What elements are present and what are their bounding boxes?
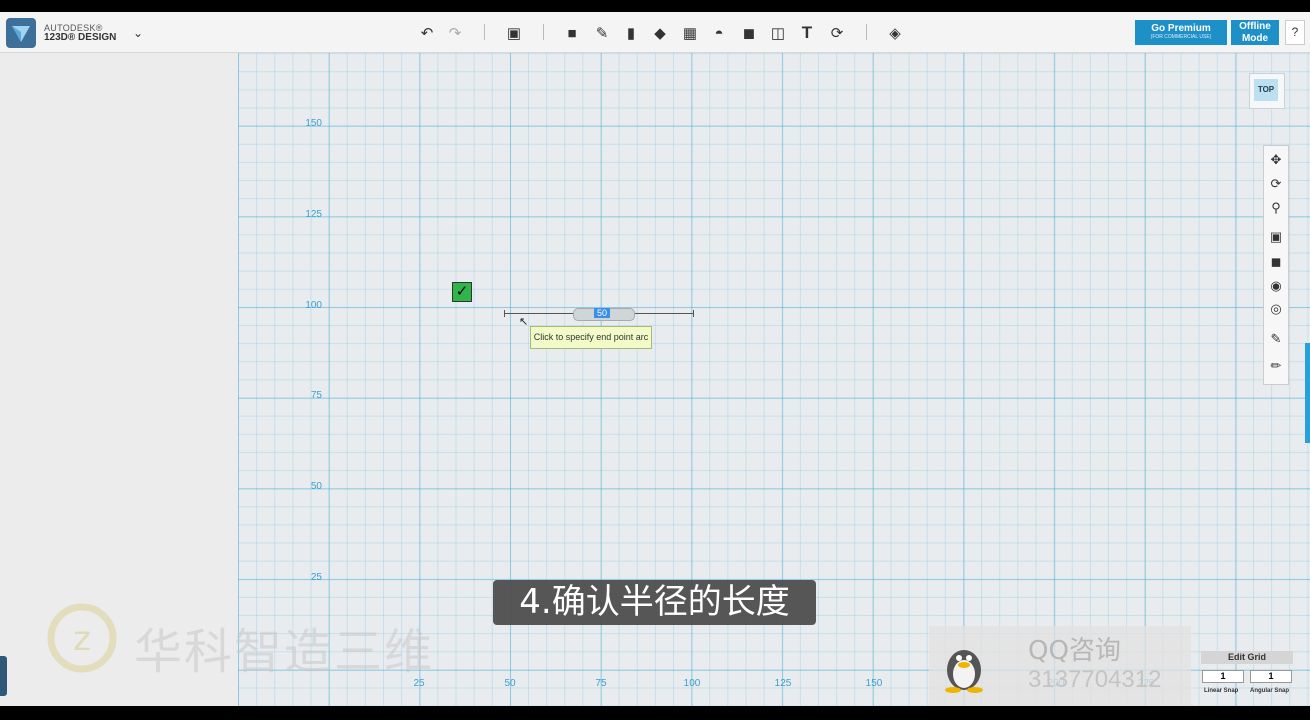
toolbar-separator <box>866 24 867 40</box>
pan-icon[interactable]: ✥ <box>1264 149 1288 171</box>
primitives-icon[interactable]: ■ <box>561 22 583 44</box>
undo-icon[interactable]: ↶ <box>416 22 438 44</box>
y-axis-label: 75 <box>310 390 322 401</box>
side-panel-handle[interactable] <box>0 656 7 696</box>
x-axis-label: 150 <box>865 678 883 689</box>
x-axis-label: 100 <box>683 678 701 689</box>
go-premium-label: Go Premium <box>1151 23 1211 34</box>
go-premium-button[interactable]: Go Premium (FOR COMMERCIAL USE) <box>1135 20 1227 45</box>
app-menu-chevron-icon[interactable]: ⌄ <box>133 26 143 40</box>
angular-snap-label: Angular Snap <box>1250 688 1290 694</box>
viewcube-top-face[interactable]: TOP <box>1254 79 1278 101</box>
pattern-icon[interactable]: ▦ <box>679 22 701 44</box>
perspective-icon[interactable]: ◼ <box>1264 251 1288 273</box>
brand-product: 123D® DESIGN <box>44 32 117 43</box>
transform-icon[interactable]: ▣ <box>503 22 525 44</box>
go-premium-sublabel: (FOR COMMERCIAL USE) <box>1150 34 1212 40</box>
sketch-icon[interactable]: ✎ <box>591 22 613 44</box>
redo-icon[interactable]: ↷ <box>444 22 466 44</box>
x-axis-label: 50 <box>504 678 516 689</box>
offline-mode-button[interactable]: Offline Mode <box>1231 20 1279 45</box>
radius-dimension-input[interactable]: 50 <box>594 308 610 318</box>
viewcube[interactable]: TOP <box>1249 73 1285 109</box>
video-subtitle: 4.确认半径的长度 <box>493 580 816 625</box>
material-mode-icon[interactable]: ✎ <box>1264 328 1288 350</box>
outline-mode-icon[interactable]: ✏ <box>1264 355 1288 377</box>
zoom-icon[interactable]: ⚲ <box>1264 197 1288 219</box>
y-axis-label: 100 <box>305 300 322 311</box>
panel-collapse-tab[interactable] <box>1305 343 1310 443</box>
left-panel <box>0 53 238 706</box>
qq-number: 3137704312 <box>1028 666 1162 693</box>
edit-grid-button[interactable]: Edit Grid <box>1201 651 1293 664</box>
offline-mode-line1: Offline <box>1239 21 1271 32</box>
grouping-icon[interactable]: ◓ <box>708 22 730 44</box>
y-axis-label: 50 <box>310 481 322 492</box>
navigation-bar: ✥ ⟳ ⚲ ▣ ◼ ◉ ◎ ✎ ✏ <box>1263 145 1289 385</box>
text-icon[interactable]: T <box>796 22 818 44</box>
confirm-checkmark-button[interactable]: ✓ <box>452 282 472 302</box>
fit-icon[interactable]: ▣ <box>1264 226 1288 248</box>
toolbar-separator <box>543 24 544 40</box>
main-toolbar: AUTODESK® 123D® DESIGN ⌄ ↶ ↷ ▣ ■ ✎ ▮ ◆ ▦… <box>0 12 1310 53</box>
x-axis-label: 75 <box>595 678 607 689</box>
modify-icon[interactable]: ◆ <box>649 22 671 44</box>
y-axis-label: 150 <box>305 118 322 129</box>
app-window: AUTODESK® 123D® DESIGN ⌄ ↶ ↷ ▣ ■ ✎ ▮ ◆ ▦… <box>0 12 1310 706</box>
construct-icon[interactable]: ▮ <box>620 22 642 44</box>
toolbar-separator <box>484 24 485 40</box>
watermark-logo-icon: z <box>47 603 117 673</box>
angular-snap-input[interactable]: 1 <box>1250 670 1292 683</box>
linear-snap-label: Linear Snap <box>1204 688 1239 694</box>
combine-icon[interactable]: ◼ <box>738 22 760 44</box>
measure-icon[interactable]: ◫ <box>767 22 789 44</box>
qq-penguin-icon <box>945 650 983 693</box>
logo-icon <box>12 26 30 42</box>
snap-icon[interactable]: ⟳ <box>826 22 848 44</box>
sketch-end-tick <box>693 310 694 317</box>
visibility-eye-icon[interactable]: ◉ <box>1264 275 1288 297</box>
y-axis-label: 25 <box>310 572 322 583</box>
view-options-icon[interactable]: ◎ <box>1264 298 1288 320</box>
linear-snap-input[interactable]: 1 <box>1202 670 1244 683</box>
x-axis-label: 125 <box>774 678 792 689</box>
watermark-text: 华科智造三维 <box>134 624 435 680</box>
sketch-start-tick <box>504 310 505 317</box>
materials-icon[interactable]: ◈ <box>884 22 906 44</box>
orbit-icon[interactable]: ⟳ <box>1264 173 1288 195</box>
qq-contact-overlay: QQ咨询 3137704312 <box>929 626 1191 706</box>
mouse-cursor-icon: ↖ <box>519 316 529 328</box>
sketch-tooltip: Click to specify end point arc <box>530 326 652 349</box>
y-axis-label: 125 <box>305 209 322 220</box>
svg-text:z: z <box>73 619 91 659</box>
help-button[interactable]: ? <box>1285 20 1305 45</box>
qq-title: QQ咨询 <box>1028 636 1121 666</box>
app-logo[interactable] <box>6 18 36 48</box>
offline-mode-line2: Mode <box>1241 33 1269 44</box>
